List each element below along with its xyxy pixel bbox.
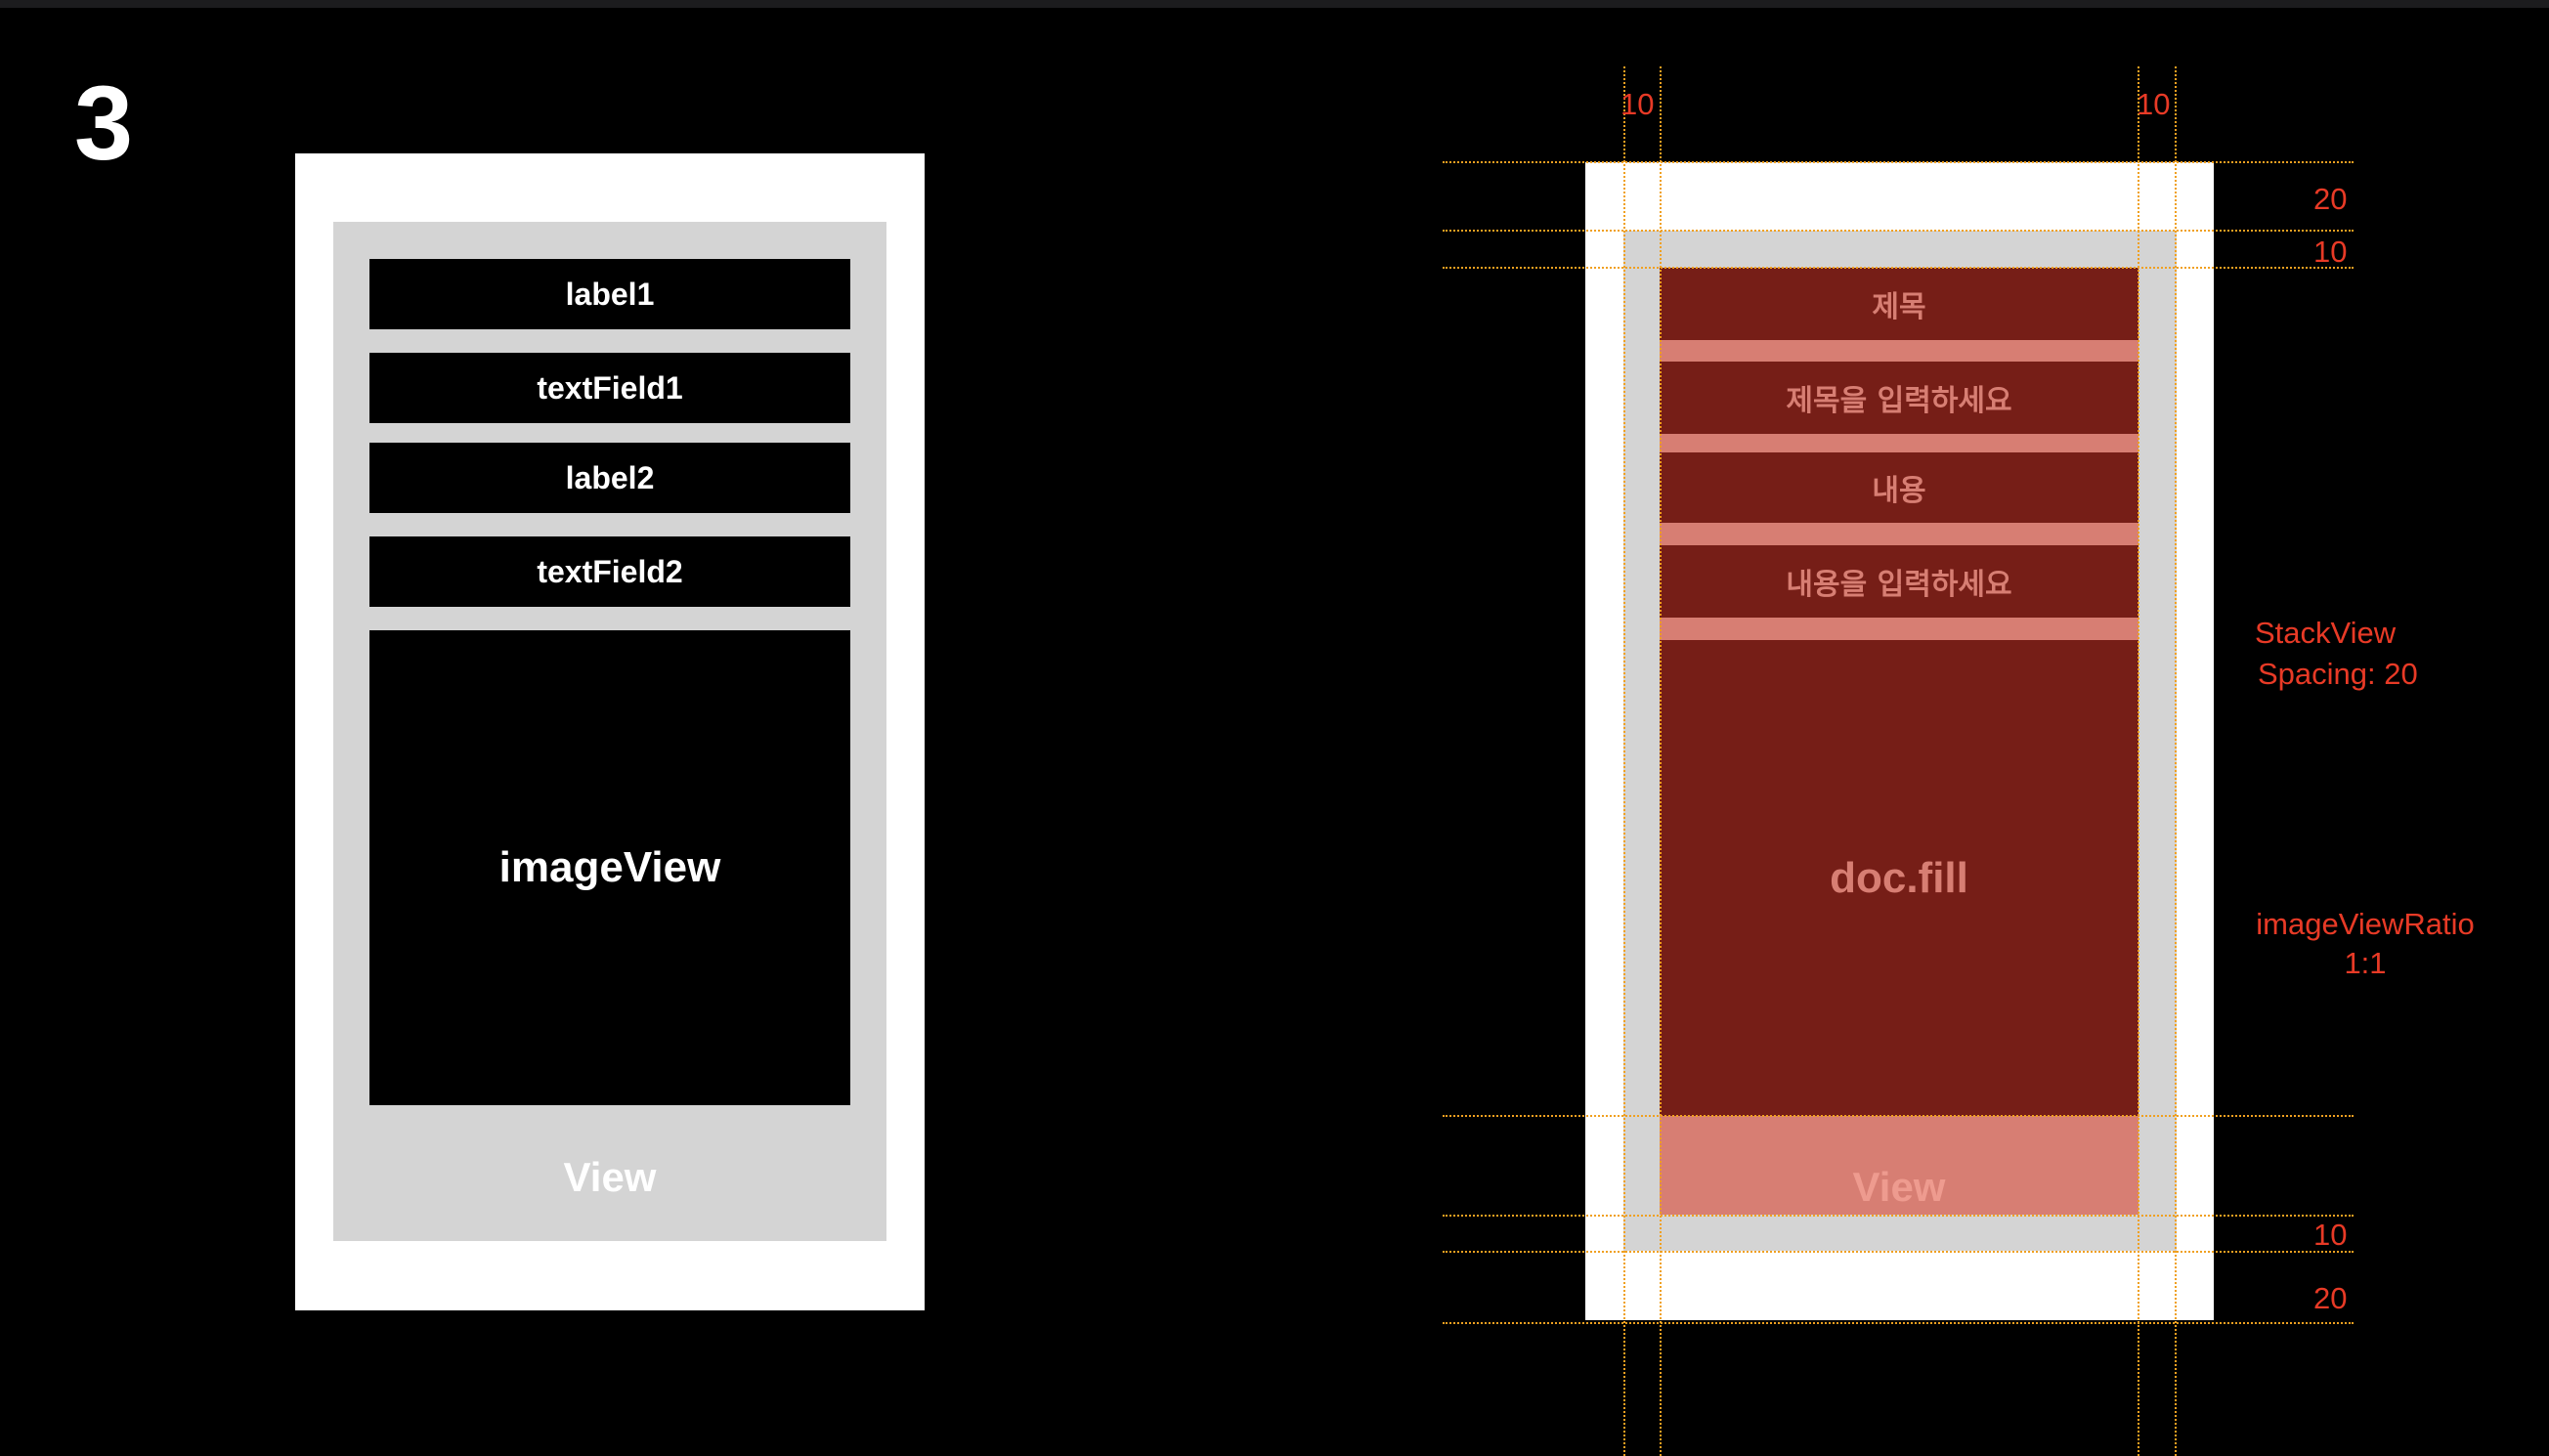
annotation-ratio-title: imageViewRatio [2256,907,2475,941]
guide-top-outer [1443,161,2354,163]
guide-left-stack [1660,66,1662,1456]
guide-right-stack [2138,66,2139,1456]
right-content-label: 내용 [1660,452,2139,523]
top-bar [0,0,2549,8]
left-textfield2: textField2 [369,536,850,607]
annotation-stackview-spacing: Spacing: 20 [2258,657,2418,691]
left-view-label: View [563,1154,657,1200]
guide-right-container [2175,66,2177,1456]
guide-top-stack [1443,267,2354,269]
guide-bottom-stack [1443,1215,2354,1217]
guide-bottom-image [1443,1115,2354,1117]
annotation-bottom-inner: 10 [2313,1218,2348,1252]
right-view-label: View [1852,1164,1946,1210]
annotation-top-outer: 20 [2313,182,2348,216]
annotation-right-margin: 10 [2137,87,2171,121]
right-title-textfield: 제목을 입력하세요 [1660,362,2139,434]
guide-bottom-container [1443,1251,2354,1253]
step-number: 3 [74,64,134,182]
guide-top-container [1443,230,2354,232]
annotation-ratio-value: 1:1 [2344,946,2387,980]
right-title-label: 제목 [1660,268,2139,340]
annotation-bottom-outer: 20 [2313,1281,2348,1315]
left-textfield1: textField1 [369,353,850,423]
guide-bottom-outer [1443,1322,2354,1324]
left-imageview: imageView [369,630,850,1105]
right-content-textfield: 내용을 입력하세요 [1660,545,2139,618]
left-label1: label1 [369,259,850,329]
annotation-left-margin: 10 [1620,87,1655,121]
annotation-stackview-title: StackView [2255,616,2397,650]
right-imageview: doc.fill [1660,640,2139,1116]
left-label2: label2 [369,443,850,513]
guide-left-container [1623,66,1625,1456]
annotation-top-inner: 10 [2313,235,2348,269]
